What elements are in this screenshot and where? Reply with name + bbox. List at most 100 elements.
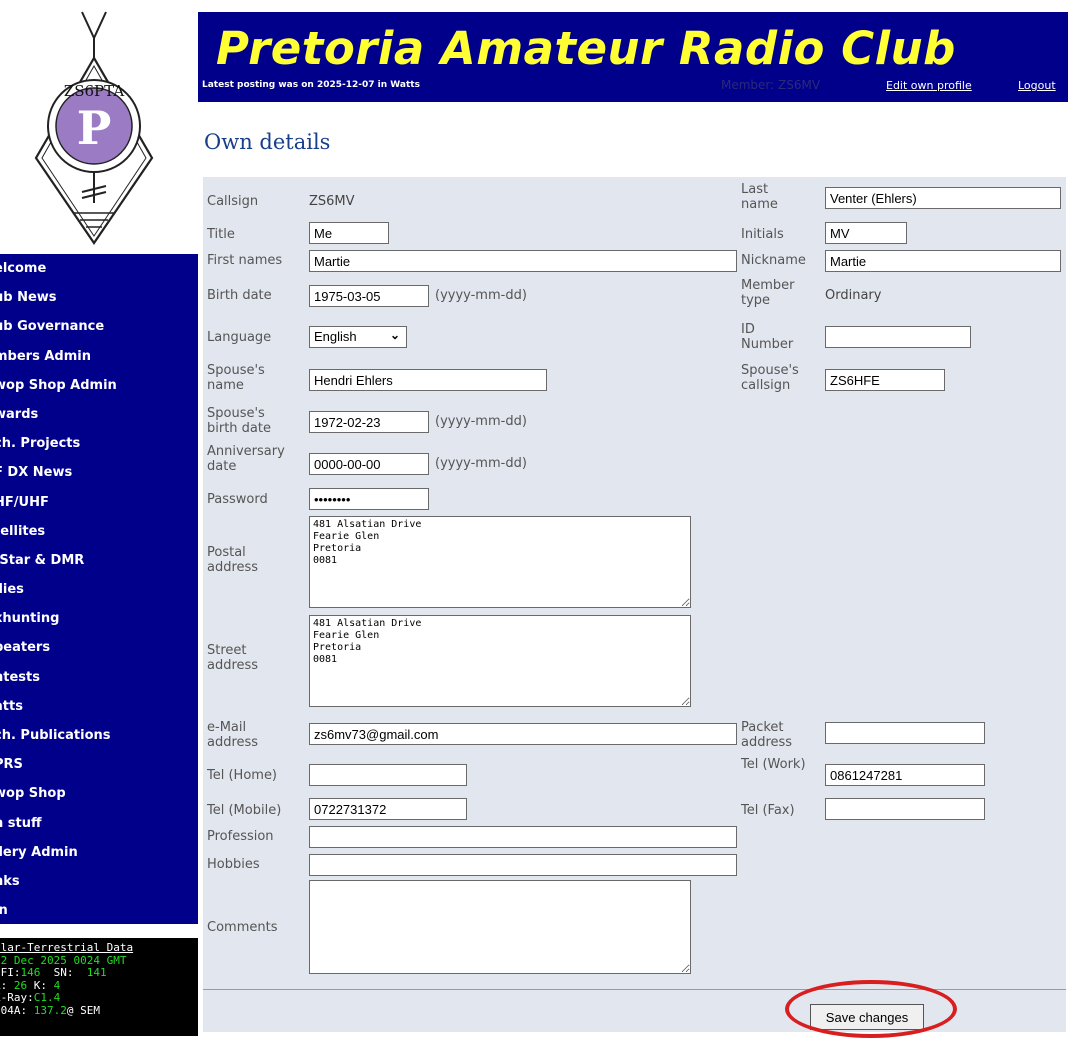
comments-label: Comments [207, 920, 278, 935]
spouse-callsign-label: Spouse's callsign [741, 363, 799, 393]
postal-label: Postal address [207, 545, 259, 575]
sidebar-item[interactable]: mbers Admin [0, 349, 198, 379]
sidebar-item[interactable]: ntests [0, 670, 198, 700]
packet-input[interactable] [825, 722, 985, 744]
sfi-label: SFI: [0, 966, 21, 979]
language-select[interactable]: English ⌄ [309, 326, 407, 348]
edit-profile-link[interactable]: Edit own profile [886, 79, 972, 92]
own-details-form: Callsign ZS6MV Last name Title Initials … [203, 177, 1066, 1032]
tel-home-label: Tel (Home) [207, 768, 278, 783]
sidebar-item[interactable]: llies [0, 583, 198, 612]
sn-value: 141 [86, 966, 107, 979]
initials-label: Initials [741, 227, 784, 242]
a-label: A: [0, 978, 8, 992]
sidebar-item[interactable]: ch. Publications [0, 728, 198, 758]
sidebar-item[interactable]: xhunting [0, 612, 198, 641]
sidebar-item[interactable]: -Star & DMR [0, 553, 198, 583]
logo-letter: P [77, 101, 112, 155]
language-label: Language [207, 330, 272, 345]
save-changes-button[interactable]: Save changes [810, 1004, 924, 1030]
sidebar-item[interactable]: in [0, 904, 198, 924]
hobbies-label: Hobbies [207, 857, 260, 872]
street-textarea[interactable]: 481 Alsatian Drive Fearie Glen Pretoria … [309, 615, 691, 707]
postal-textarea[interactable]: 481 Alsatian Drive Fearie Glen Pretoria … [309, 516, 691, 608]
sidebar-item[interactable]: tellites [0, 524, 198, 554]
solar-title: olar-Terrestrial Data [0, 941, 134, 954]
sidebar-nav: elcomeub Newsub Governancembers Adminwop… [0, 254, 198, 924]
site-header: Pretoria Amateur Radio Club Latest posti… [198, 12, 1068, 102]
last-name-input[interactable] [825, 187, 1061, 209]
xray-label: X-Ray: [0, 991, 34, 1004]
sidebar-item[interactable]: wards [0, 407, 198, 437]
password-input[interactable] [309, 488, 429, 510]
sidebar-item[interactable]: atts [0, 699, 198, 729]
tel-work-label: Tel (Work) [741, 757, 806, 772]
sidebar-item[interactable]: F DX News [0, 466, 198, 495]
member-type-value: Ordinary [825, 288, 882, 303]
club-logo: ZS6PTA P [34, 11, 154, 245]
sidebar-item[interactable]: HF/UHF [0, 495, 198, 525]
comments-textarea[interactable] [309, 880, 691, 974]
sidebar-item[interactable]: wop Shop Admin [0, 378, 198, 408]
packet-label: Packet address [741, 720, 793, 750]
birth-date-label: Birth date [207, 288, 272, 303]
sidebar-item[interactable]: peaters [0, 641, 198, 670]
sidebar-item[interactable]: nks [0, 874, 198, 904]
first-names-input[interactable] [309, 250, 737, 272]
site-title: Pretoria Amateur Radio Club [216, 22, 956, 75]
sidebar-item[interactable]: ch. Projects [0, 437, 198, 466]
a-value: 26 [13, 978, 28, 992]
profession-input[interactable] [309, 826, 737, 848]
tel-work-input[interactable] [825, 764, 985, 786]
tel-mobile-label: Tel (Mobile) [207, 803, 282, 818]
spouse-name-input[interactable] [309, 369, 547, 391]
chevron-down-icon: ⌄ [389, 328, 400, 342]
sidebar-item[interactable]: ub News [0, 291, 198, 320]
callsign-label: Callsign [207, 194, 259, 209]
tel-fax-input[interactable] [825, 798, 985, 820]
callsign-value: ZS6MV [309, 194, 355, 209]
sidebar-item[interactable]: wop Shop [0, 787, 198, 816]
logo-callsign: ZS6PTA [64, 82, 125, 100]
anniversary-label: Anniversary date [207, 444, 285, 474]
sidebar-item[interactable]: llery Admin [0, 845, 198, 875]
nickname-label: Nickname [741, 253, 806, 268]
title-label: Title [207, 227, 235, 242]
anniversary-input[interactable] [309, 453, 429, 475]
last-name-label: Last name [741, 182, 778, 212]
spouse-birth-label: Spouse's birth date [207, 406, 271, 436]
latest-posting: Latest posting was on 2025-12-07 in Watt… [202, 80, 420, 90]
page-title: Own details [204, 130, 331, 154]
first-names-label: First names [207, 253, 283, 268]
sfi-value: 146 [20, 966, 41, 979]
b304-label: 304A: [0, 1003, 28, 1017]
k-label: K: [33, 978, 47, 992]
password-label: Password [207, 492, 268, 507]
id-number-input[interactable] [825, 326, 971, 348]
sidebar-item[interactable]: PRS [0, 758, 198, 787]
anniversary-hint: (yyyy-mm-dd) [435, 456, 527, 471]
sn-label: SN: [53, 966, 74, 979]
hobbies-input[interactable] [309, 854, 737, 876]
sidebar-item[interactable]: n stuff [0, 816, 198, 846]
tel-home-input[interactable] [309, 764, 467, 786]
k-value: 4 [53, 978, 61, 992]
logout-link[interactable]: Logout [1018, 79, 1056, 92]
id-number-label: ID Number [741, 322, 794, 352]
email-label: e-Mail address [207, 720, 259, 750]
email-input[interactable] [309, 723, 737, 745]
spouse-birth-hint: (yyyy-mm-dd) [435, 414, 527, 429]
birth-date-input[interactable] [309, 285, 429, 307]
title-input[interactable] [309, 222, 389, 244]
spouse-callsign-input[interactable] [825, 369, 945, 391]
sidebar-item[interactable]: ub Governance [0, 320, 198, 349]
member-type-label: Member type [741, 278, 795, 308]
spouse-name-label: Spouse's name [207, 363, 265, 393]
solar-terrestrial-widget[interactable]: olar-Terrestrial Data 12 Dec 2025 0024 G… [0, 938, 198, 1036]
spouse-birth-input[interactable] [309, 411, 429, 433]
initials-input[interactable] [825, 222, 907, 244]
nickname-input[interactable] [825, 250, 1061, 272]
tel-mobile-input[interactable] [309, 798, 467, 820]
tel-fax-label: Tel (Fax) [741, 803, 795, 818]
sidebar-item[interactable]: elcome [0, 261, 198, 291]
